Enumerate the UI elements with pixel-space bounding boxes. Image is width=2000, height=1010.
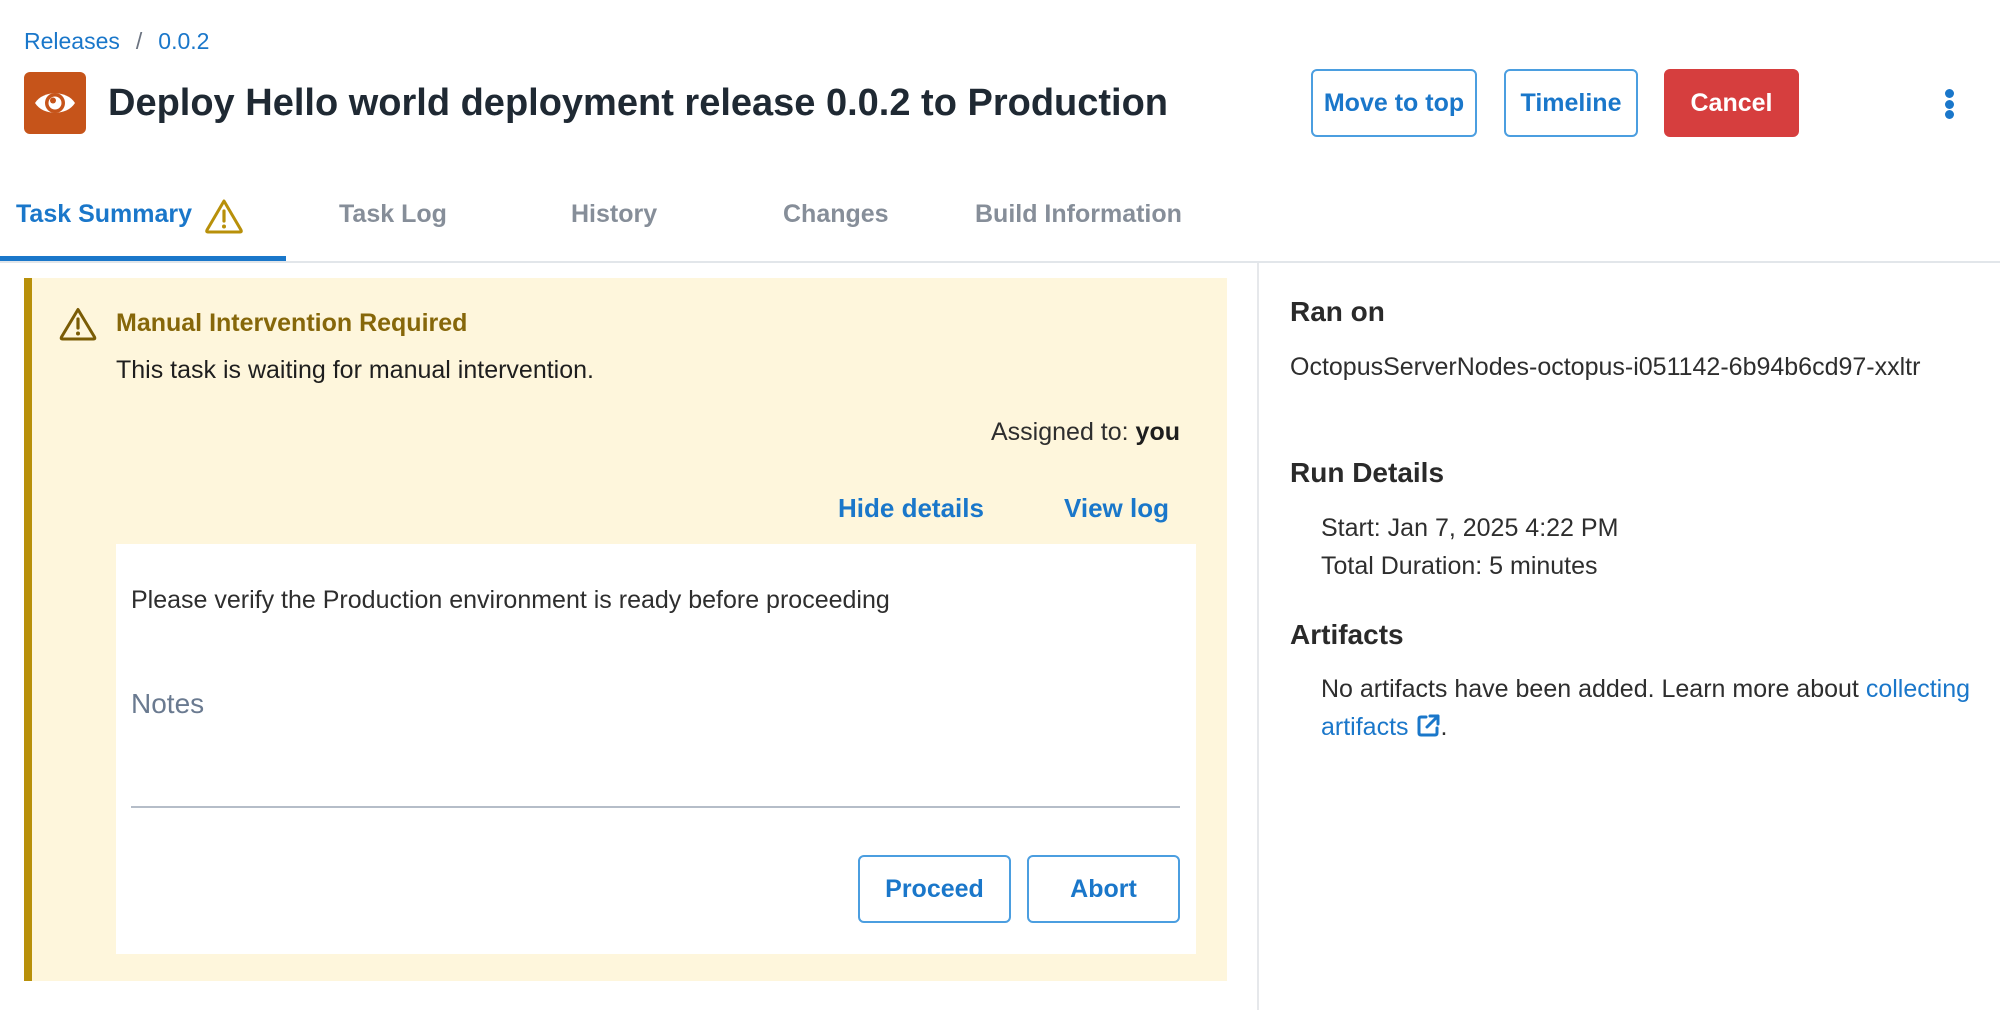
tab-build-information[interactable]: Build Information <box>975 192 1182 262</box>
callout-message: This task is waiting for manual interven… <box>116 356 594 384</box>
artifacts-heading: Artifacts <box>1290 619 1404 650</box>
run-details-heading: Run Details <box>1290 457 1445 488</box>
kebab-dot <box>1944 110 1954 119</box>
external-link-icon <box>1417 714 1440 737</box>
active-tab-indicator <box>0 256 286 261</box>
warning-icon <box>59 308 97 341</box>
kebab-menu-icon[interactable] <box>1934 86 1964 122</box>
total-duration: Total Duration: 5 minutes <box>1321 552 1598 580</box>
assigned-label: Assigned to: <box>991 418 1129 446</box>
move-to-top-button[interactable]: Move to top <box>1311 69 1477 137</box>
breadcrumb: Releases / 0.0.2 <box>24 28 209 55</box>
tab-changes[interactable]: Changes <box>783 192 889 262</box>
breadcrumb-separator: / <box>135 28 143 54</box>
view-log-link[interactable]: View log <box>1064 493 1169 524</box>
intervention-instructions: Please verify the Production environment… <box>131 586 890 614</box>
panel-divider <box>1257 263 1259 1010</box>
artifacts-message: No artifacts have been added. Learn more… <box>1321 675 1866 703</box>
tab-task-summary[interactable]: Task Summary <box>16 192 244 262</box>
tab-task-log[interactable]: Task Log <box>339 192 447 262</box>
timeline-button[interactable]: Timeline <box>1504 69 1638 137</box>
notes-input[interactable]: Notes <box>131 680 1180 808</box>
callout-title: Manual Intervention Required <box>116 309 468 337</box>
eye-icon <box>35 93 75 113</box>
tab-history[interactable]: History <box>571 192 657 262</box>
kebab-dot <box>1944 89 1954 98</box>
warning-icon <box>205 199 243 234</box>
project-icon <box>24 72 86 134</box>
ran-on-value: OctopusServerNodes-octopus-i051142-6b94b… <box>1290 353 1921 381</box>
ran-on-heading: Ran on <box>1290 296 1385 327</box>
assigned-to: Assigned to: you <box>991 418 1180 447</box>
assigned-user: you <box>1135 418 1180 446</box>
notes-label: Notes <box>131 688 205 719</box>
cancel-button[interactable]: Cancel <box>1664 69 1799 137</box>
tab-label: Task Summary <box>16 200 193 228</box>
proceed-button[interactable]: Proceed <box>858 855 1011 923</box>
start-time: Start: Jan 7, 2025 4:22 PM <box>1321 514 1619 542</box>
page-title: Deploy Hello world deployment release 0.… <box>108 82 1169 124</box>
breadcrumb-release-version[interactable]: 0.0.2 <box>158 28 209 55</box>
artifacts-suffix: . <box>1440 713 1448 741</box>
abort-button[interactable]: Abort <box>1027 855 1180 923</box>
kebab-dot <box>1944 99 1954 109</box>
hide-details-link[interactable]: Hide details <box>838 493 984 524</box>
artifacts-text: No artifacts have been added. Learn more… <box>1321 670 1981 746</box>
breadcrumb-releases[interactable]: Releases <box>24 28 120 55</box>
